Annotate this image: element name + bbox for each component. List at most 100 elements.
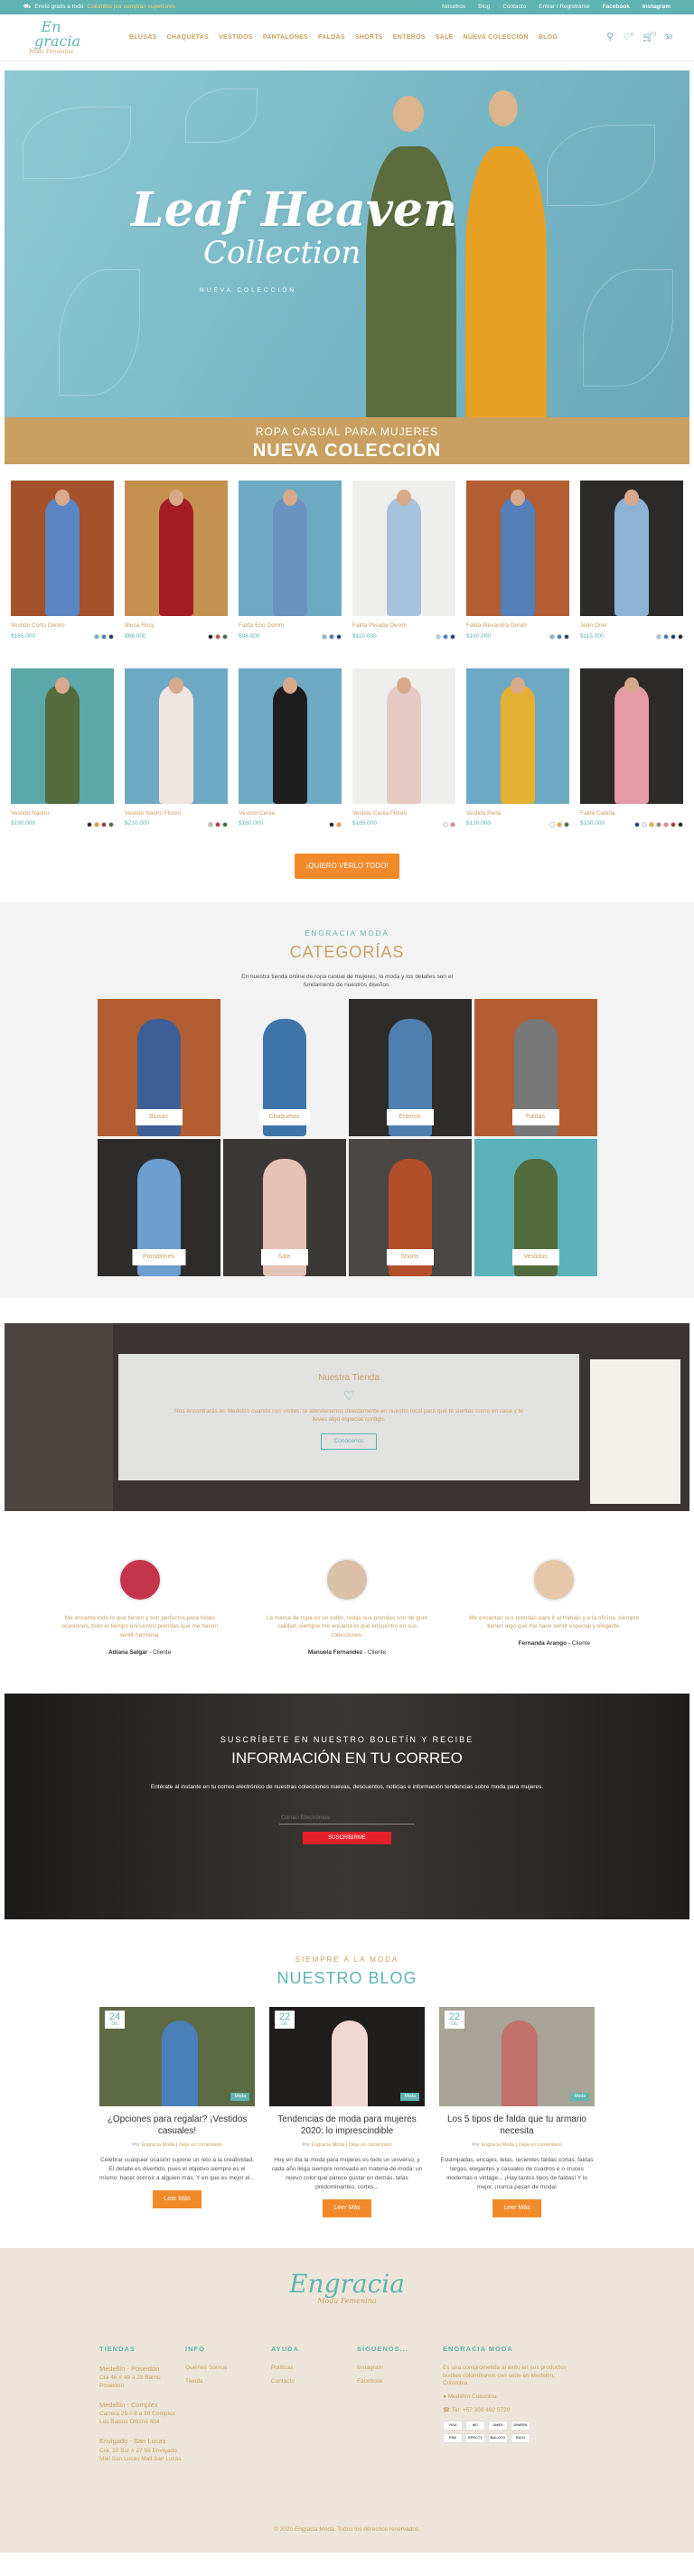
- color-swatch[interactable]: [215, 634, 220, 640]
- category-card[interactable]: Vestidos: [474, 1138, 597, 1276]
- color-swatch[interactable]: [663, 821, 669, 827]
- category-label[interactable]: Blusas: [135, 1109, 183, 1125]
- color-swatch[interactable]: [329, 821, 334, 827]
- color-swatch[interactable]: [336, 821, 342, 827]
- color-swatch[interactable]: [450, 634, 455, 640]
- nav-vestidos[interactable]: VESTIDOS: [219, 33, 253, 42]
- color-swatch[interactable]: [215, 821, 220, 827]
- see-all-button[interactable]: ¡QUIERO VERLO TODO!: [295, 854, 399, 880]
- product-name[interactable]: Blusa Rosy: [125, 622, 228, 630]
- product-image[interactable]: [466, 667, 569, 804]
- category-card[interactable]: Pantalones: [97, 1138, 220, 1276]
- color-swatch[interactable]: [208, 821, 213, 827]
- product-name[interactable]: Vestido Perla: [466, 810, 569, 818]
- product-image[interactable]: [239, 481, 342, 616]
- nav-pantalones[interactable]: PANTALONES: [263, 33, 308, 42]
- color-swatch[interactable]: [678, 821, 683, 827]
- color-swatch[interactable]: [557, 634, 562, 640]
- product-image[interactable]: [580, 667, 683, 804]
- color-swatch[interactable]: [222, 821, 228, 827]
- product-image[interactable]: [125, 667, 228, 804]
- category-label[interactable]: Pantalones: [131, 1249, 186, 1265]
- color-swatch[interactable]: [656, 634, 661, 640]
- product-card[interactable]: Falda Plisada Denim $110.000: [352, 481, 455, 641]
- color-swatch[interactable]: [564, 821, 569, 827]
- blog-author[interactable]: Engracia Moda: [141, 2142, 174, 2148]
- product-card[interactable]: Falda Eno Denim $98.000: [239, 481, 342, 641]
- blog-title[interactable]: ¿Opciones para regalar? ¡Vestidos casual…: [99, 2114, 255, 2137]
- nav-faldas[interactable]: FALDAS: [318, 33, 345, 42]
- footer-link-contacto[interactable]: Contacto: [271, 2378, 357, 2386]
- footer-logo[interactable]: Engracia Moda Femenina: [0, 2271, 694, 2307]
- cart-total[interactable]: $0: [665, 33, 672, 42]
- product-card[interactable]: Falda Alexandra Denim $160.000: [466, 481, 569, 641]
- color-swatch[interactable]: [443, 634, 448, 640]
- product-name[interactable]: Falda Eno Denim: [239, 622, 342, 630]
- color-swatch[interactable]: [634, 821, 640, 827]
- top-link-login[interactable]: Entrar / Registrarse: [539, 4, 589, 12]
- color-swatch[interactable]: [450, 821, 455, 827]
- product-name[interactable]: Vestido Cenia Floreo: [352, 810, 455, 818]
- color-swatch[interactable]: [222, 634, 228, 640]
- product-image[interactable]: [11, 667, 114, 804]
- read-more-button[interactable]: Leer Más: [323, 2199, 371, 2217]
- color-swatch[interactable]: [649, 821, 654, 827]
- color-swatch[interactable]: [671, 634, 676, 640]
- top-link-nosotros[interactable]: Nosotros: [442, 4, 465, 12]
- category-card[interactable]: Blusas: [97, 998, 220, 1136]
- product-card[interactable]: Blusa Rosy $68.000: [125, 481, 228, 641]
- color-swatch[interactable]: [101, 634, 107, 640]
- color-swatch[interactable]: [94, 634, 99, 640]
- subscribe-button[interactable]: SUSCRIBIRME: [303, 1831, 391, 1844]
- top-link-contacto[interactable]: Contacto: [502, 4, 526, 12]
- hero-banner[interactable]: Leaf Heaven Collection NUEVA COLECCIÓN: [5, 70, 689, 417]
- category-card[interactable]: Chaquetas: [222, 998, 346, 1136]
- color-swatch[interactable]: [564, 634, 569, 640]
- facebook-link[interactable]: Facebook: [603, 4, 630, 12]
- product-name[interactable]: Vestido Naomi: [11, 810, 114, 818]
- color-swatch[interactable]: [642, 821, 647, 827]
- color-swatch[interactable]: [329, 634, 334, 640]
- color-swatch[interactable]: [443, 821, 448, 827]
- blog-author[interactable]: Engracia Moda: [481, 2142, 514, 2148]
- category-label[interactable]: Sale: [260, 1249, 308, 1265]
- color-swatch[interactable]: [663, 634, 669, 640]
- nav-blog[interactable]: BLOG: [539, 33, 558, 42]
- footer-link-facebook[interactable]: Facebook: [357, 2378, 443, 2386]
- category-label[interactable]: Enteros: [386, 1109, 434, 1125]
- wishlist-icon[interactable]: ♡0: [623, 32, 633, 44]
- product-card[interactable]: Vestido Perla $130.000: [466, 667, 569, 829]
- product-card[interactable]: Vestido Naomi Floreo $210.000: [125, 667, 228, 829]
- color-swatch[interactable]: [557, 821, 562, 827]
- color-swatch[interactable]: [87, 821, 92, 827]
- product-image[interactable]: [466, 481, 569, 616]
- product-name[interactable]: Vestido Corto Denim: [11, 622, 114, 630]
- blog-image[interactable]: 24 Dic Moda: [99, 2006, 255, 2106]
- color-swatch[interactable]: [671, 821, 676, 827]
- newsletter-email-input[interactable]: [279, 1811, 415, 1825]
- color-swatch[interactable]: [101, 821, 107, 827]
- read-more-button[interactable]: Leer Más: [153, 2190, 202, 2208]
- site-logo[interactable]: En gracia Moda Femenina: [22, 20, 80, 55]
- footer-link-politicas[interactable]: Políticas: [271, 2365, 357, 2373]
- product-name[interactable]: Vestido Naomi Floreo: [125, 810, 228, 818]
- blog-author[interactable]: Engracia Moda: [311, 2142, 344, 2148]
- category-card[interactable]: Sale: [222, 1138, 346, 1276]
- category-label[interactable]: Shorts: [386, 1249, 434, 1265]
- footer-link-instagram[interactable]: Instagram: [357, 2365, 443, 2373]
- product-name[interactable]: Falda Cabiria: [580, 810, 683, 818]
- footer-link-tienda[interactable]: Tienda: [185, 2378, 271, 2386]
- product-image[interactable]: [580, 481, 683, 616]
- product-name[interactable]: Falda Alexandra Denim: [466, 622, 569, 630]
- color-swatch[interactable]: [549, 634, 555, 640]
- product-card[interactable]: Vestido Cenia $160.000: [239, 667, 342, 829]
- blog-image[interactable]: 22 Dic Moda: [439, 2006, 595, 2106]
- product-name[interactable]: Vestido Cenia: [239, 810, 342, 818]
- category-card[interactable]: Enteros: [348, 998, 472, 1136]
- color-swatch[interactable]: [208, 634, 213, 640]
- product-image[interactable]: [352, 667, 455, 804]
- color-swatch[interactable]: [322, 634, 327, 640]
- product-card[interactable]: Vestido Naomi $190.000: [11, 667, 114, 829]
- product-image[interactable]: [352, 481, 455, 616]
- blog-comments[interactable]: Deja un comentario: [519, 2142, 562, 2148]
